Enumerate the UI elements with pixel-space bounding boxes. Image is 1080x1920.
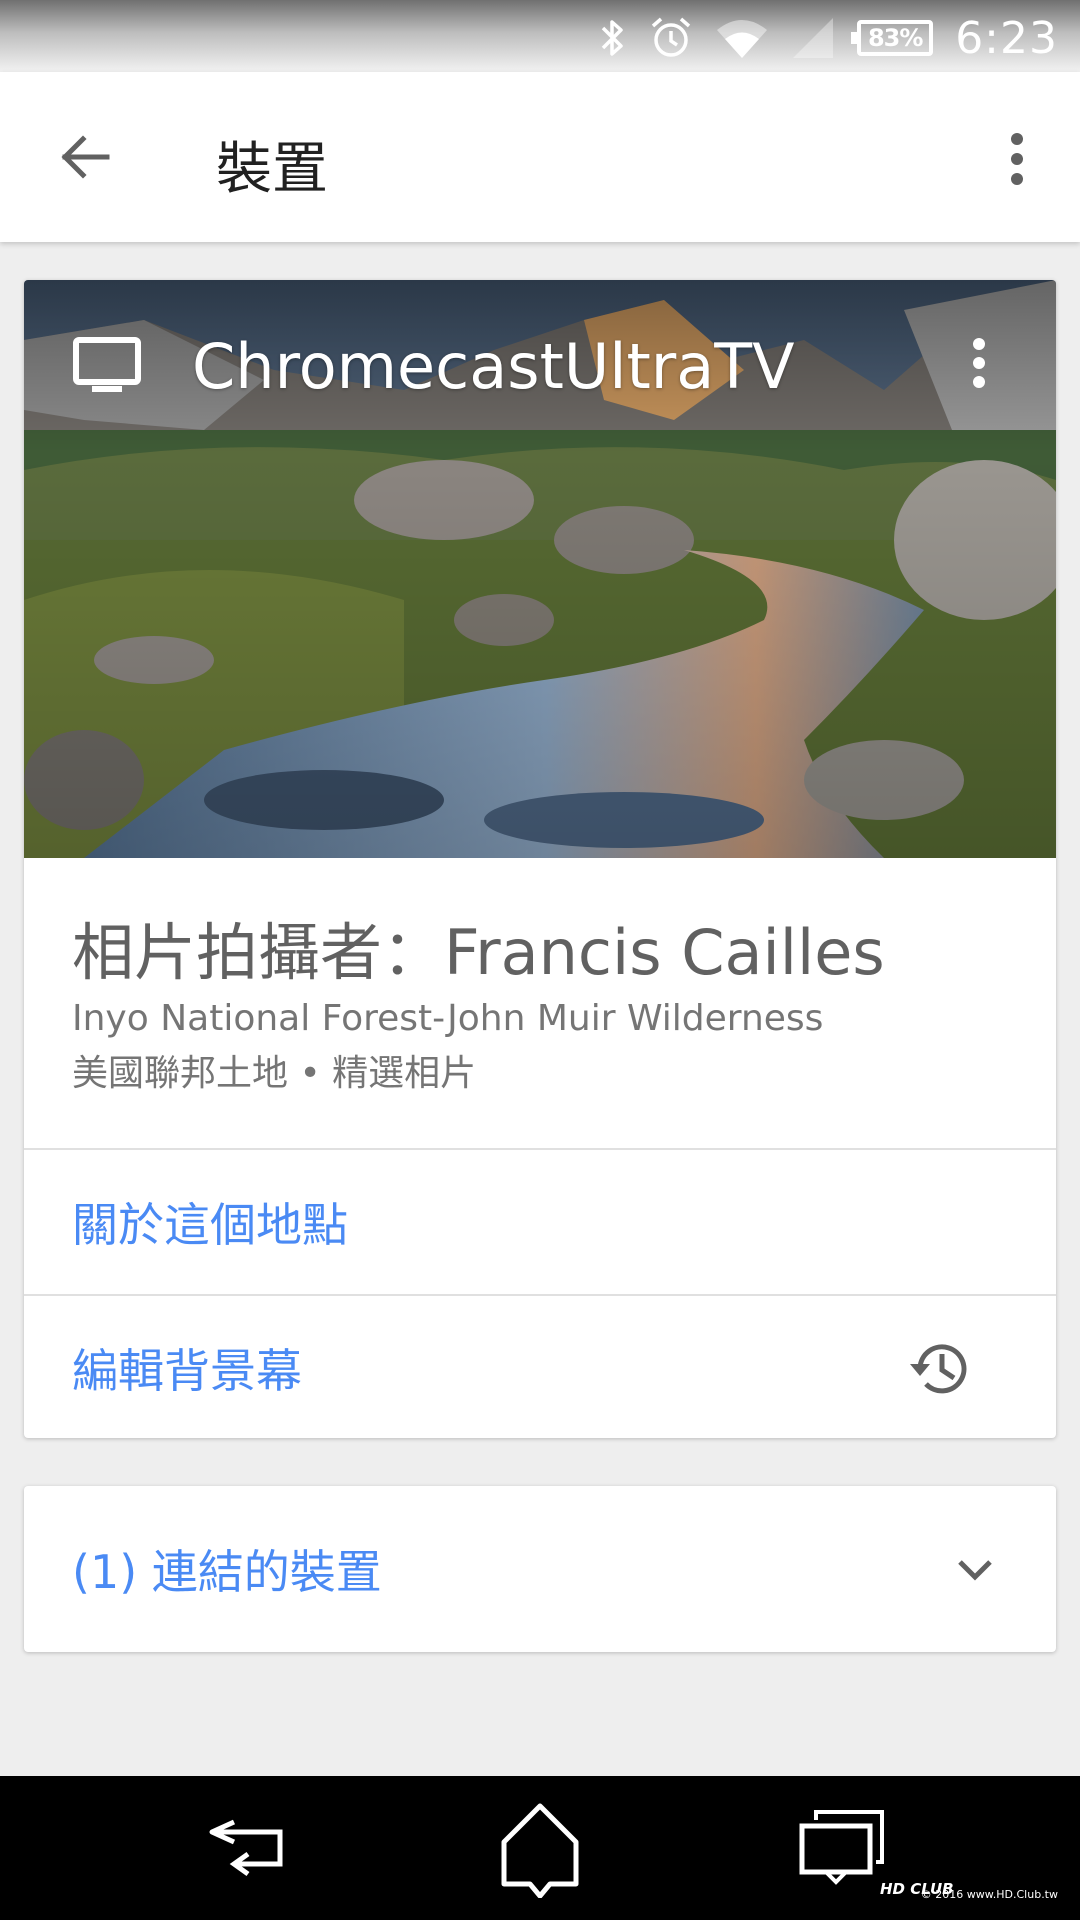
status-icons: 83% 6:23 <box>599 8 1058 68</box>
device-card: ChromecastUltraTV 相片拍攝者：Francis Cailles … <box>24 280 1056 1438</box>
photo-location: Inyo National Forest-John Muir Wildernes… <box>72 998 824 1039</box>
bluetooth-icon <box>599 16 627 60</box>
cell-signal-icon <box>791 16 835 60</box>
device-name: ChromecastUltraTV <box>192 330 795 403</box>
nav-back-button[interactable] <box>204 1810 292 1886</box>
nav-home-icon <box>501 1803 579 1899</box>
app-bar: 裝置 <box>0 72 1080 242</box>
tv-icon <box>72 336 142 396</box>
page-title: 裝置 <box>216 137 328 202</box>
alarm-icon <box>649 16 693 60</box>
photo-info: 相片拍攝者：Francis Cailles Inyo National Fore… <box>24 858 1056 1128</box>
more-vert-icon <box>973 338 985 388</box>
arrow-back-icon <box>61 135 110 179</box>
history-icon <box>910 1344 967 1394</box>
navigation-bar: HD CLUB © 2016 www.HD.Club.tw <box>0 1776 1080 1920</box>
edit-backdrop-link[interactable]: 編輯背景幕 <box>72 1335 302 1401</box>
linked-devices-card[interactable]: (1) 連結的裝置 <box>24 1486 1056 1652</box>
wifi-icon <box>715 16 769 60</box>
status-clock: 6:23 <box>955 12 1058 64</box>
history-button[interactable] <box>906 1334 974 1402</box>
nav-recents-icon <box>799 1810 884 1885</box>
overflow-menu-button[interactable] <box>992 124 1042 194</box>
expand-toggle[interactable] <box>950 1544 1000 1594</box>
device-backdrop-image: ChromecastUltraTV <box>24 280 1056 858</box>
back-button[interactable] <box>50 122 120 192</box>
linked-devices-label[interactable]: (1) 連結的裝置 <box>72 1536 382 1602</box>
device-menu-button[interactable] <box>972 338 1012 398</box>
watermark: © 2016 www.HD.Club.tw <box>920 1888 1058 1901</box>
battery-indicator: 83% <box>851 20 934 56</box>
photo-source: 美國聯邦土地 • 精選相片 <box>72 1053 477 1094</box>
chevron-down-icon <box>958 1560 992 1581</box>
battery-percent: 83% <box>867 24 923 52</box>
more-vert-icon <box>1011 133 1023 185</box>
nav-back-icon <box>209 1819 283 1877</box>
photo-credit: 相片拍攝者：Francis Cailles <box>72 916 885 989</box>
edit-backdrop-row[interactable]: 編輯背景幕 <box>24 1296 1056 1438</box>
nav-home-button[interactable] <box>496 1798 584 1899</box>
status-bar: 83% 6:23 <box>0 0 1080 72</box>
about-place-link[interactable]: 關於這個地點 <box>72 1189 348 1255</box>
nav-recents-button[interactable] <box>796 1806 892 1888</box>
about-place-row[interactable]: 關於這個地點 <box>24 1150 1056 1294</box>
